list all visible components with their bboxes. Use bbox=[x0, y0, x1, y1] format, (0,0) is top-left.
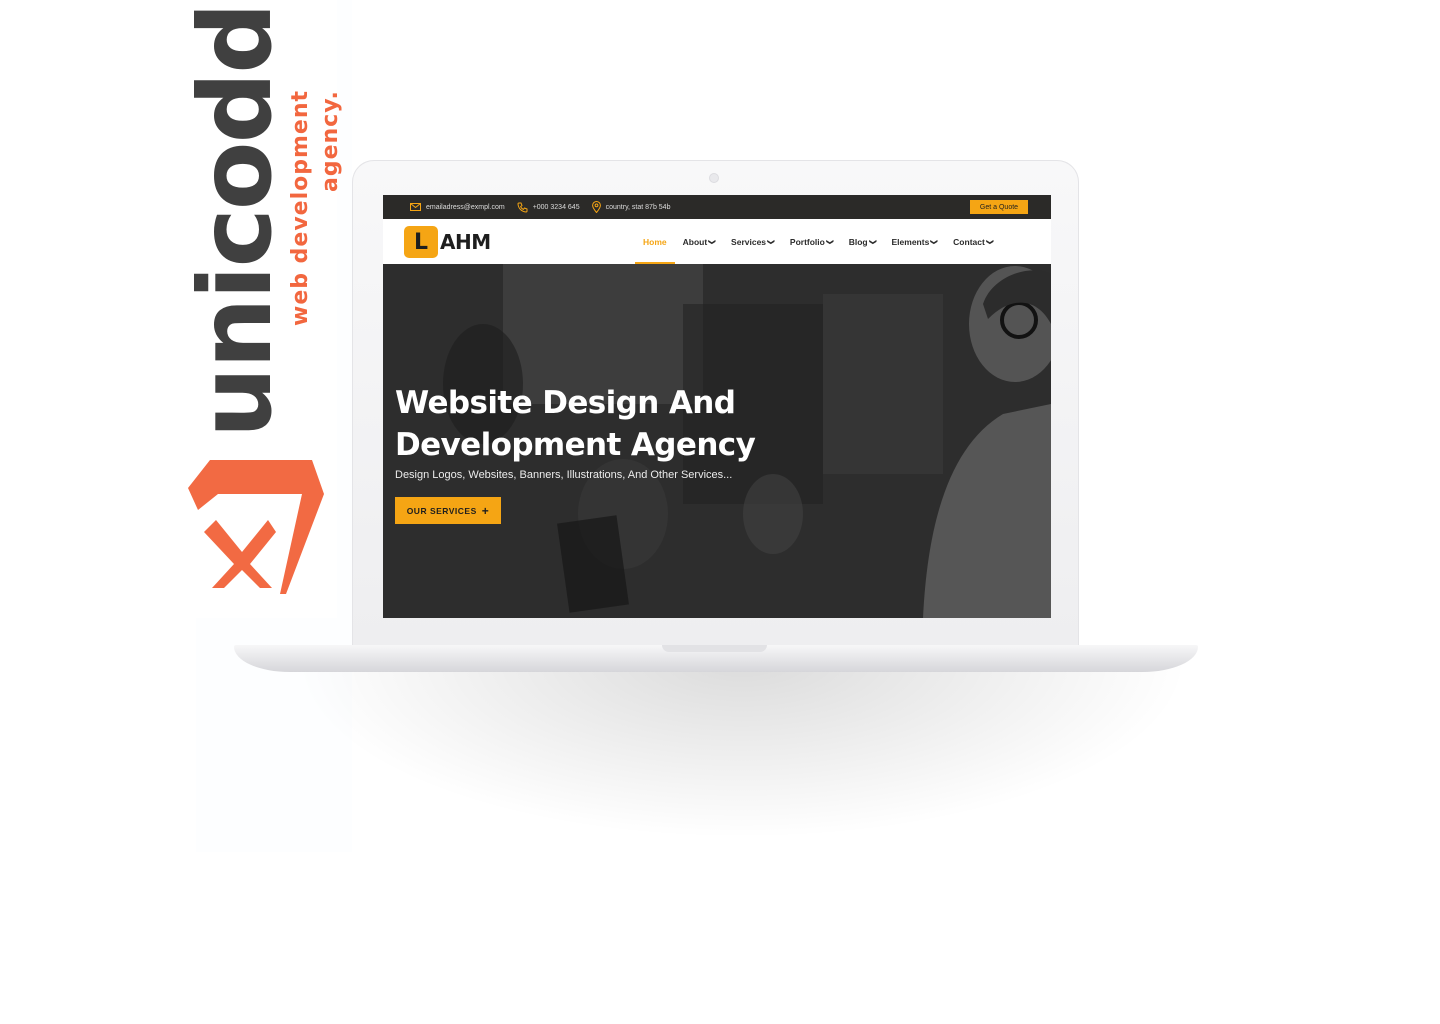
site-logo-text[interactable]: AHM bbox=[440, 230, 491, 254]
nav-item-label: Portfolio bbox=[789, 236, 825, 247]
nav-item-label: Contact bbox=[953, 236, 985, 247]
our-services-button-label: OUR SERVICES bbox=[406, 505, 477, 516]
website-topbar: emailadress@exmpl.com +000 3234 645 coun… bbox=[383, 195, 1051, 219]
laptop-shadow bbox=[292, 660, 1192, 840]
nav-item-elements[interactable]: Elements ❯ bbox=[884, 219, 946, 264]
hero-subtitle: Design Logos, Websites, Banners, Illustr… bbox=[395, 469, 733, 481]
nav-item-blog[interactable]: Blog ❯ bbox=[841, 219, 884, 264]
topbar-address-text: country, stat 87b 54b bbox=[605, 203, 671, 211]
nav-item-contact[interactable]: Contact ❯ bbox=[945, 219, 1001, 264]
nav-item-home[interactable]: Home bbox=[635, 219, 675, 264]
brand-tagline: web development agency. bbox=[288, 90, 343, 327]
brand-logo-icon bbox=[188, 460, 324, 594]
chevron-down-icon: ❯ bbox=[930, 238, 938, 245]
topbar-email-text: emailadress@exmpl.com bbox=[426, 203, 505, 211]
topbar-phone-text: +000 3234 645 bbox=[532, 203, 580, 211]
plus-icon: + bbox=[481, 503, 490, 518]
nav-item-label: Blog bbox=[848, 236, 868, 247]
nav-item-label: Elements bbox=[891, 236, 930, 247]
website-navbar: L AHM Home About ❯ Services ❯ Portfolio ❯ B… bbox=[383, 219, 1051, 264]
nav-item-label: About bbox=[682, 236, 708, 247]
site-logo-mark[interactable]: L bbox=[404, 226, 438, 258]
chevron-down-icon: ❯ bbox=[825, 238, 833, 245]
website-screen: emailadress@exmpl.com +000 3234 645 coun… bbox=[383, 195, 1051, 618]
topbar-address: country, stat 87b 54b bbox=[591, 201, 671, 213]
hero-title-line2: Development Agency bbox=[395, 427, 756, 463]
nav-item-portfolio[interactable]: Portfolio ❯ bbox=[782, 219, 841, 264]
nav-item-about[interactable]: About ❯ bbox=[675, 219, 723, 264]
location-pin-icon bbox=[591, 201, 601, 213]
nav-item-label: Home bbox=[643, 236, 667, 247]
our-services-button[interactable]: OUR SERVICES + bbox=[395, 497, 501, 524]
nav-item-services[interactable]: Services ❯ bbox=[723, 219, 782, 264]
main-nav: Home About ❯ Services ❯ Portfolio ❯ Blog ❯ E… bbox=[635, 219, 1001, 264]
brand-name: unicodd bbox=[177, 4, 294, 438]
laptop-camera bbox=[709, 173, 719, 183]
topbar-phone[interactable]: +000 3234 645 bbox=[517, 202, 580, 213]
chevron-down-icon: ❯ bbox=[766, 238, 774, 245]
chevron-down-icon: ❯ bbox=[708, 238, 716, 245]
topbar-email[interactable]: emailadress@exmpl.com bbox=[410, 203, 505, 211]
chevron-down-icon: ❯ bbox=[868, 238, 876, 245]
mail-icon bbox=[410, 203, 421, 211]
hero-section: Website Design And Development Agency De… bbox=[383, 264, 1051, 618]
hero-title-line1: Website Design And bbox=[395, 385, 736, 421]
hero-title: Website Design And Development Agency bbox=[395, 382, 815, 466]
laptop-base-notch bbox=[662, 645, 767, 652]
phone-icon bbox=[517, 202, 528, 213]
chevron-down-icon: ❯ bbox=[985, 238, 993, 245]
nav-item-label: Services bbox=[731, 236, 767, 247]
get-quote-button[interactable]: Get a Quote bbox=[970, 200, 1028, 214]
